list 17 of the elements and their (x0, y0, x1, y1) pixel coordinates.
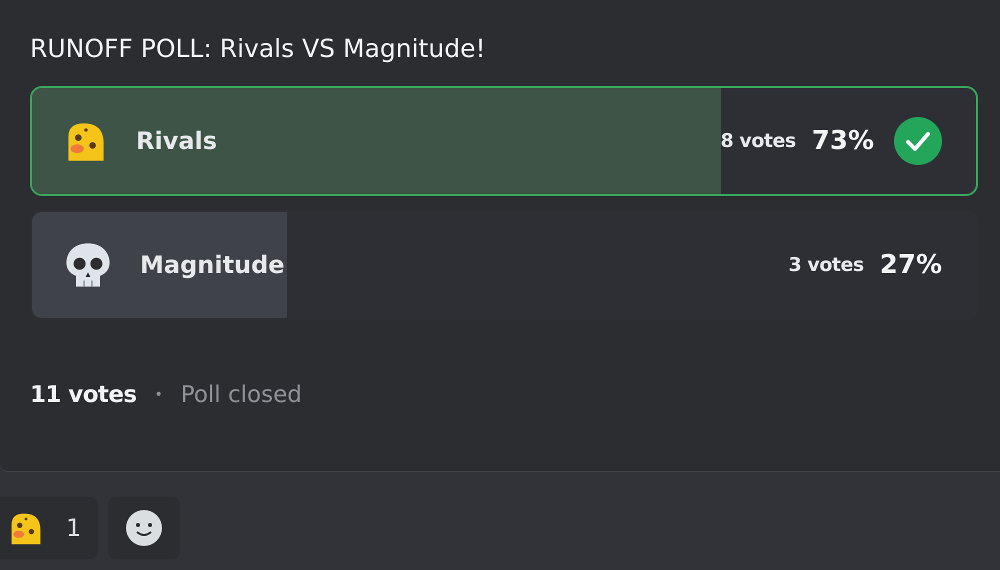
reaction-button[interactable]: 1 (0, 497, 98, 559)
add-reaction-button[interactable] (108, 497, 180, 559)
vote-count: 3 votes (788, 252, 864, 278)
total-votes: 11 votes (30, 381, 136, 410)
poll-question: RUNOFF POLL: Rivals VS Magnitude! (30, 33, 486, 65)
check-icon (894, 117, 942, 165)
poll-answer[interactable]: Rivals 8 votes 73% (30, 86, 978, 196)
vote-percent: 73% (812, 124, 874, 158)
separator-dot: • (154, 386, 163, 405)
answer-label: Magnitude (140, 250, 285, 281)
vote-percent: 27% (880, 248, 942, 282)
skull-icon (64, 241, 112, 289)
smiley-icon (126, 510, 162, 546)
poll-answer[interactable]: Magnitude 3 votes 27% (30, 210, 978, 320)
poll-status: Poll closed (180, 381, 302, 410)
answer-label: Rivals (136, 126, 218, 157)
vote-count: 8 votes (720, 128, 796, 154)
